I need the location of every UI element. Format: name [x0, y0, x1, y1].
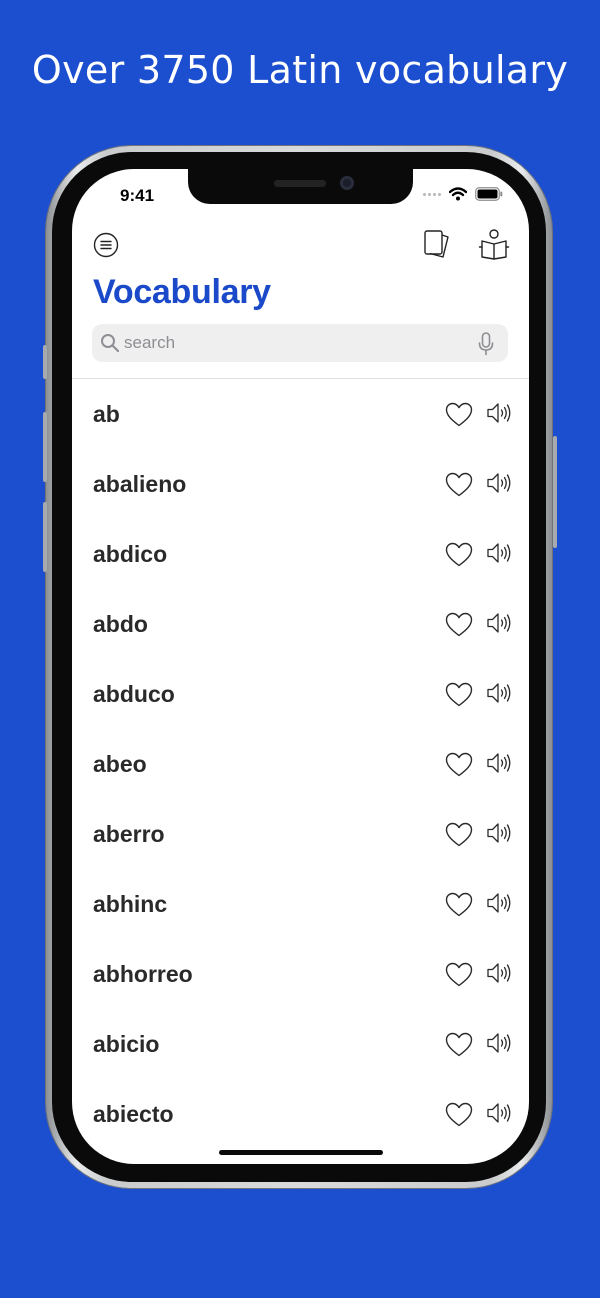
- microphone-icon[interactable]: [478, 332, 494, 356]
- word-label: aberro: [93, 821, 165, 847]
- flashcards-button[interactable]: [420, 227, 454, 261]
- speaker-icon[interactable]: [486, 750, 512, 776]
- side-button-power: [553, 436, 557, 548]
- side-button-volume-down: [43, 502, 47, 572]
- speaker-icon[interactable]: [486, 960, 512, 986]
- list-item-abhorreo[interactable]: abhorreo: [72, 939, 529, 1009]
- heart-icon[interactable]: [445, 892, 473, 917]
- menu-icon: [93, 232, 119, 258]
- app-screen: 9:41 Vocabulary search ab abalieno abdic…: [72, 169, 529, 1164]
- speaker-icon[interactable]: [486, 1030, 512, 1056]
- heart-icon[interactable]: [445, 752, 473, 777]
- status-time: 9:41: [120, 186, 155, 205]
- word-label: abiecto: [93, 1101, 174, 1127]
- heart-icon[interactable]: [445, 472, 473, 497]
- battery-icon: [475, 187, 503, 201]
- word-label: abdico: [93, 541, 168, 567]
- side-button-mute: [43, 345, 47, 379]
- heart-icon[interactable]: [445, 682, 473, 707]
- heart-icon[interactable]: [445, 612, 473, 637]
- notch: [188, 169, 413, 204]
- page-title: Vocabulary: [93, 273, 271, 311]
- list-item-abiecto[interactable]: abiecto: [72, 1079, 529, 1149]
- headline: Over 3750 Latin vocabulary: [31, 48, 569, 92]
- search-bar[interactable]: [92, 324, 508, 362]
- list-item-aberro[interactable]: aberro: [72, 799, 529, 869]
- signal-dots-icon: [423, 192, 441, 196]
- search-input[interactable]: [124, 324, 464, 362]
- list-item-abhinc[interactable]: abhinc: [72, 869, 529, 939]
- heart-icon[interactable]: [445, 962, 473, 987]
- word-label: abeo: [93, 751, 147, 777]
- word-label: abdo: [93, 611, 148, 637]
- reading-button[interactable]: [476, 227, 512, 261]
- word-label: abicio: [93, 1031, 160, 1057]
- menu-button[interactable]: [92, 231, 120, 259]
- speaker-icon[interactable]: [486, 610, 512, 636]
- vocabulary-list: ab abalieno abdico abdo abduco abeo aber…: [72, 379, 529, 1149]
- list-item-abeo[interactable]: abeo: [72, 729, 529, 799]
- list-item-abdico[interactable]: abdico: [72, 519, 529, 589]
- list-item-abdo[interactable]: abdo: [72, 589, 529, 659]
- word-label: abhinc: [93, 891, 168, 917]
- word-label: ab: [93, 401, 120, 427]
- front-camera: [340, 176, 354, 190]
- search-icon: [101, 334, 120, 353]
- speaker-icon[interactable]: [486, 680, 512, 706]
- word-label: abduco: [93, 681, 175, 707]
- home-indicator[interactable]: [219, 1150, 383, 1155]
- speaker-icon[interactable]: [486, 470, 512, 496]
- speaker-icon[interactable]: [486, 1100, 512, 1126]
- list-item-abduco[interactable]: abduco: [72, 659, 529, 729]
- earpiece: [274, 180, 326, 187]
- heart-icon[interactable]: [445, 402, 473, 427]
- list-item-abalieno[interactable]: abalieno: [72, 449, 529, 519]
- list-item-abicio[interactable]: abicio: [72, 1009, 529, 1079]
- speaker-icon[interactable]: [486, 820, 512, 846]
- status-icons: [423, 187, 503, 201]
- heart-icon[interactable]: [445, 1032, 473, 1057]
- speaker-icon[interactable]: [486, 540, 512, 566]
- heart-icon[interactable]: [445, 1102, 473, 1127]
- speaker-icon[interactable]: [486, 890, 512, 916]
- speaker-icon[interactable]: [486, 400, 512, 426]
- flashcards-icon: [424, 230, 449, 258]
- side-button-volume-up: [43, 412, 47, 482]
- wifi-icon: [449, 187, 467, 201]
- list-item-ab[interactable]: ab: [72, 379, 529, 449]
- heart-icon[interactable]: [445, 542, 473, 567]
- word-label: abhorreo: [93, 961, 193, 987]
- word-label: abalieno: [93, 471, 187, 497]
- reading-icon: [478, 229, 510, 260]
- heart-icon[interactable]: [445, 822, 473, 847]
